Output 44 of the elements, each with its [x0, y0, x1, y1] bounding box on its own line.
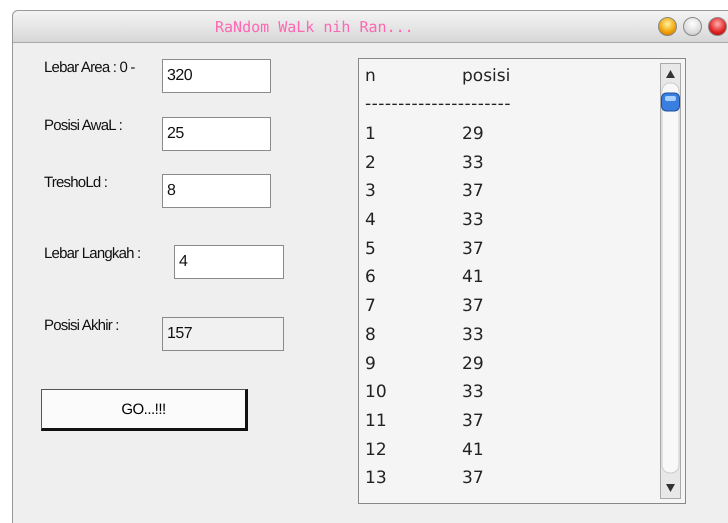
position-value: 37 [462, 181, 484, 202]
position-value: 37 [462, 410, 484, 431]
close-button[interactable] [708, 17, 727, 36]
step-number: 11 [365, 410, 388, 431]
step-number: 3 [365, 181, 377, 202]
text-field[interactable]: 25 [162, 117, 271, 151]
text-field[interactable]: 4 [174, 245, 284, 279]
position-value: 37 [462, 468, 484, 488]
minimize-button[interactable] [658, 17, 677, 36]
go-button[interactable]: GO...!!! [41, 389, 248, 431]
position-value: 33 [462, 210, 484, 230]
position-value: 37 [462, 296, 484, 316]
position-value: 41 [462, 440, 484, 460]
step-number: 5 [365, 238, 377, 259]
position-value: 29 [462, 124, 484, 144]
window-title: RaNdom WaLk nih Ran... [215, 18, 414, 36]
field-label: Lebar Langkah : [44, 245, 140, 262]
scrollbar[interactable] [660, 63, 681, 499]
step-number: 9 [365, 354, 377, 374]
step-number: 2 [365, 152, 377, 173]
column-header: posisi [462, 66, 510, 86]
step-number: 6 [365, 267, 377, 288]
text-field[interactable]: 8 [162, 174, 271, 208]
position-value: 37 [462, 238, 484, 259]
step-number: 10 [365, 382, 388, 402]
position-value: 29 [462, 354, 484, 374]
step-number: 13 [365, 468, 388, 488]
position-value: 33 [462, 382, 484, 402]
step-number: 7 [365, 296, 377, 316]
position-value: 33 [462, 324, 484, 345]
field-label: Posisi Akhir : [44, 317, 119, 334]
step-number: 12 [365, 440, 388, 460]
position-value: 41 [462, 267, 484, 288]
separator-line: ---------------------- [365, 92, 512, 116]
field-label: Posisi AwaL : [44, 117, 122, 134]
maximize-button[interactable] [683, 17, 702, 36]
field-label: TreshoLd : [44, 174, 108, 191]
position-value: 33 [462, 152, 484, 173]
column-header: n [365, 66, 377, 86]
step-number: 8 [365, 324, 377, 345]
field-label: Lebar Area : 0 - [44, 59, 135, 76]
text-field[interactable]: 320 [162, 59, 271, 93]
step-number: 4 [365, 210, 377, 230]
step-number: 1 [365, 124, 377, 144]
